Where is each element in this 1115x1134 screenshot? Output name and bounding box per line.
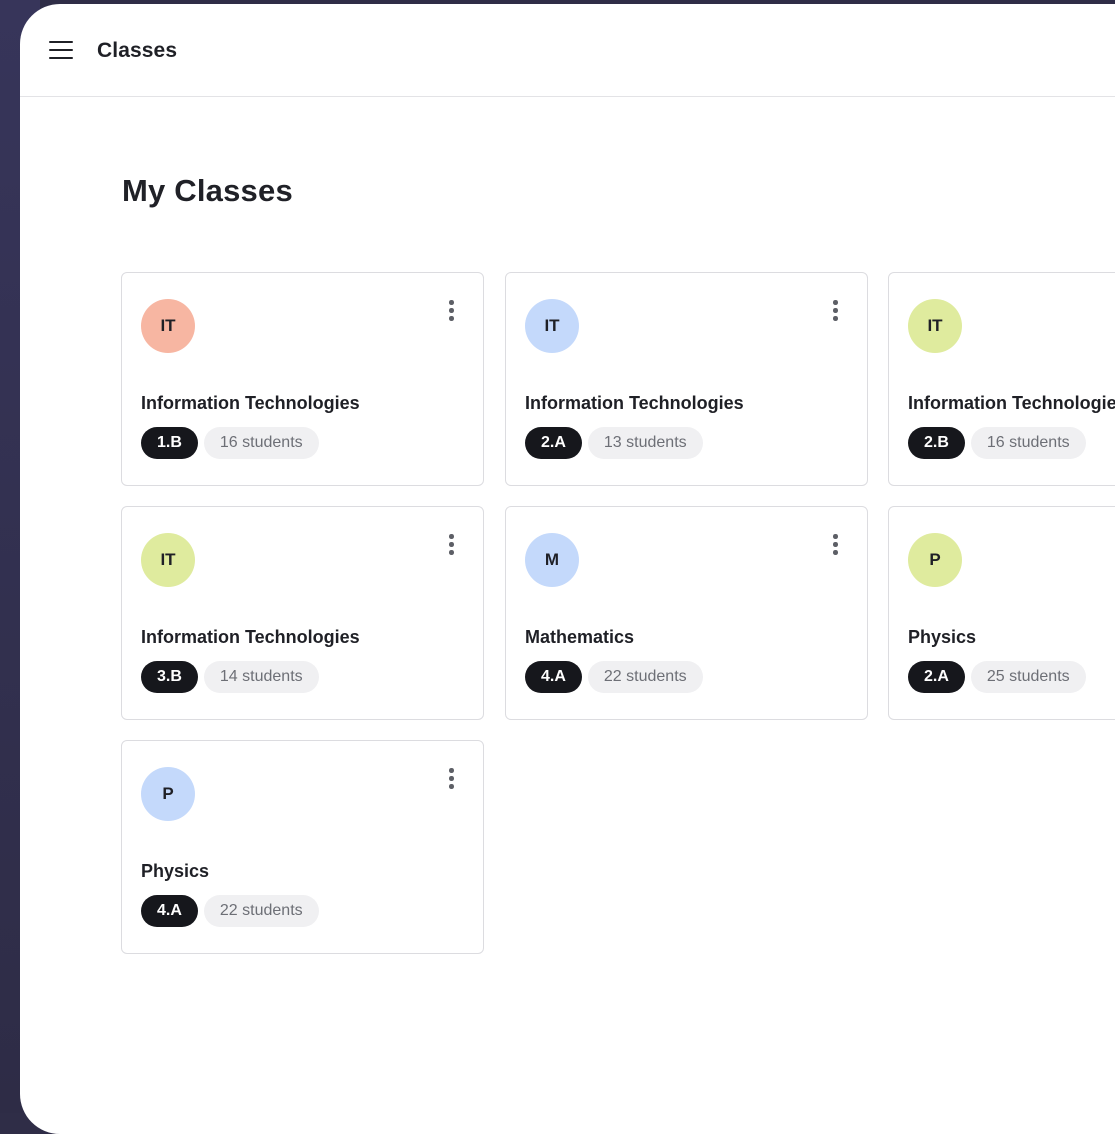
more-options-icon[interactable] bbox=[441, 534, 461, 560]
students-count-badge: 22 students bbox=[587, 661, 703, 693]
more-options-icon[interactable] bbox=[825, 300, 845, 326]
class-card[interactable]: IT Information Technologies 1.B 16 stude… bbox=[121, 272, 484, 486]
class-chips: 2.A 25 students bbox=[908, 661, 1086, 693]
class-avatar: IT bbox=[525, 299, 579, 353]
class-subject: Mathematics bbox=[525, 627, 635, 647]
more-options-icon[interactable] bbox=[441, 768, 461, 794]
class-card[interactable]: P Physics 2.A 25 students bbox=[888, 506, 1115, 720]
class-card[interactable]: IT Information Technologies 2.B 16 stude… bbox=[888, 272, 1115, 486]
class-avatar: IT bbox=[141, 533, 195, 587]
students-count-badge: 14 students bbox=[203, 661, 319, 693]
class-avatar: P bbox=[908, 533, 962, 587]
app-window: Classes My Classes IT Information Techno… bbox=[20, 4, 1115, 1134]
more-options-icon[interactable] bbox=[825, 534, 845, 560]
app-bar-title: Classes bbox=[97, 39, 178, 62]
more-options-icon[interactable] bbox=[441, 300, 461, 326]
students-count-badge: 16 students bbox=[203, 427, 319, 459]
app-bar: Classes bbox=[20, 4, 1115, 97]
class-badge: 1.B bbox=[141, 427, 198, 459]
class-chips: 3.B 14 students bbox=[141, 661, 319, 693]
class-subject: Information Technologies bbox=[908, 393, 1115, 413]
page-title: My Classes bbox=[122, 173, 293, 208]
class-subject: Information Technologies bbox=[525, 393, 744, 413]
students-count-badge: 22 students bbox=[203, 895, 319, 927]
class-avatar: M bbox=[525, 533, 579, 587]
class-card[interactable]: M Mathematics 4.A 22 students bbox=[505, 506, 868, 720]
class-badge: 4.A bbox=[141, 895, 198, 927]
class-subject: Physics bbox=[908, 627, 977, 647]
class-badge: 2.A bbox=[908, 661, 965, 693]
class-chips: 2.B 16 students bbox=[908, 427, 1086, 459]
class-badge: 3.B bbox=[141, 661, 198, 693]
class-chips: 4.A 22 students bbox=[141, 895, 319, 927]
class-chips: 1.B 16 students bbox=[141, 427, 319, 459]
class-badge: 4.A bbox=[525, 661, 582, 693]
class-avatar: IT bbox=[908, 299, 962, 353]
class-card[interactable]: IT Information Technologies 3.B 14 stude… bbox=[121, 506, 484, 720]
class-subject: Information Technologies bbox=[141, 393, 360, 413]
students-count-badge: 25 students bbox=[970, 661, 1086, 693]
class-card[interactable]: P Physics 4.A 22 students bbox=[121, 740, 484, 954]
class-badge: 2.B bbox=[908, 427, 965, 459]
class-chips: 4.A 22 students bbox=[525, 661, 703, 693]
menu-icon[interactable] bbox=[49, 41, 73, 61]
class-badge: 2.A bbox=[525, 427, 582, 459]
class-avatar: IT bbox=[141, 299, 195, 353]
class-subject: Information Technologies bbox=[141, 627, 360, 647]
class-subject: Physics bbox=[141, 861, 210, 881]
class-chips: 2.A 13 students bbox=[525, 427, 703, 459]
class-card[interactable]: IT Information Technologies 2.A 13 stude… bbox=[505, 272, 868, 486]
class-avatar: P bbox=[141, 767, 195, 821]
students-count-badge: 13 students bbox=[587, 427, 703, 459]
students-count-badge: 16 students bbox=[970, 427, 1086, 459]
